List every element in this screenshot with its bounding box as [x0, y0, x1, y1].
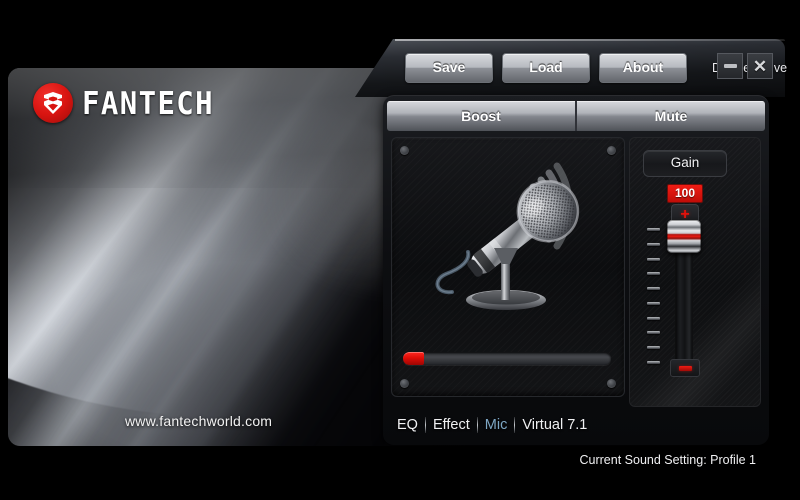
- minimize-icon: [723, 64, 737, 68]
- gain-slider-knob[interactable]: [667, 220, 701, 253]
- minimize-button[interactable]: [717, 53, 743, 79]
- minus-icon: [678, 365, 692, 371]
- scale-tick: [647, 228, 660, 231]
- website-url: www.fantechworld.com: [125, 413, 273, 429]
- about-button[interactable]: About: [599, 53, 687, 83]
- fantech-audio-control-window: FANTECH www.fantechworld.com Save Load A…: [0, 0, 800, 500]
- mic-control-card: Boost Mute Gain 100 + EQ Effect Mic Virt…: [383, 95, 769, 445]
- status-bar: Current Sound Setting: Profile 1: [579, 453, 757, 467]
- scale-tick: [647, 360, 660, 364]
- nav-tab-effect[interactable]: Effect: [426, 417, 477, 433]
- brand-name: FANTECH: [82, 84, 215, 122]
- toolbar: Save Load About Device Active ✕: [355, 39, 787, 97]
- brand-logo: FANTECH: [33, 83, 214, 123]
- scale-tick: [647, 242, 660, 246]
- scale-tick: [647, 316, 660, 320]
- scale-tick: [647, 257, 660, 261]
- gain-value-badge: 100: [667, 184, 703, 203]
- gain-control-panel: Gain 100 +: [629, 137, 761, 407]
- nav-tab-mic[interactable]: Mic: [478, 417, 515, 433]
- scale-tick: [647, 272, 660, 276]
- screw-icon: [607, 379, 616, 388]
- screw-icon: [400, 379, 409, 388]
- section-nav-tabs: EQ Effect Mic Virtual 7.1: [397, 417, 594, 433]
- scale-tick: [647, 287, 660, 291]
- gain-decrease-button[interactable]: [670, 359, 700, 377]
- fantech-logo-icon: [33, 83, 73, 123]
- boost-mute-tabbar: Boost Mute: [387, 101, 765, 131]
- nav-tab-eq[interactable]: EQ: [397, 417, 425, 433]
- nav-tab-virtual-7-1[interactable]: Virtual 7.1: [515, 417, 594, 433]
- microphone-icon: [406, 152, 610, 347]
- mic-level-meter: [403, 352, 611, 365]
- window-controls: ✕: [717, 53, 773, 79]
- close-button[interactable]: ✕: [747, 53, 773, 79]
- microphone-display-panel: [391, 137, 625, 397]
- load-button[interactable]: Load: [502, 53, 590, 83]
- save-button[interactable]: Save: [405, 53, 493, 83]
- scale-tick: [647, 331, 660, 335]
- gain-scale-ticks: [647, 228, 661, 364]
- scale-tick: [647, 346, 660, 350]
- scale-tick: [647, 301, 660, 305]
- mic-level-fill: [403, 352, 424, 365]
- boost-tab[interactable]: Boost: [387, 101, 575, 131]
- gain-button[interactable]: Gain: [643, 150, 727, 177]
- mute-tab[interactable]: Mute: [575, 101, 765, 131]
- close-icon: ✕: [752, 56, 768, 76]
